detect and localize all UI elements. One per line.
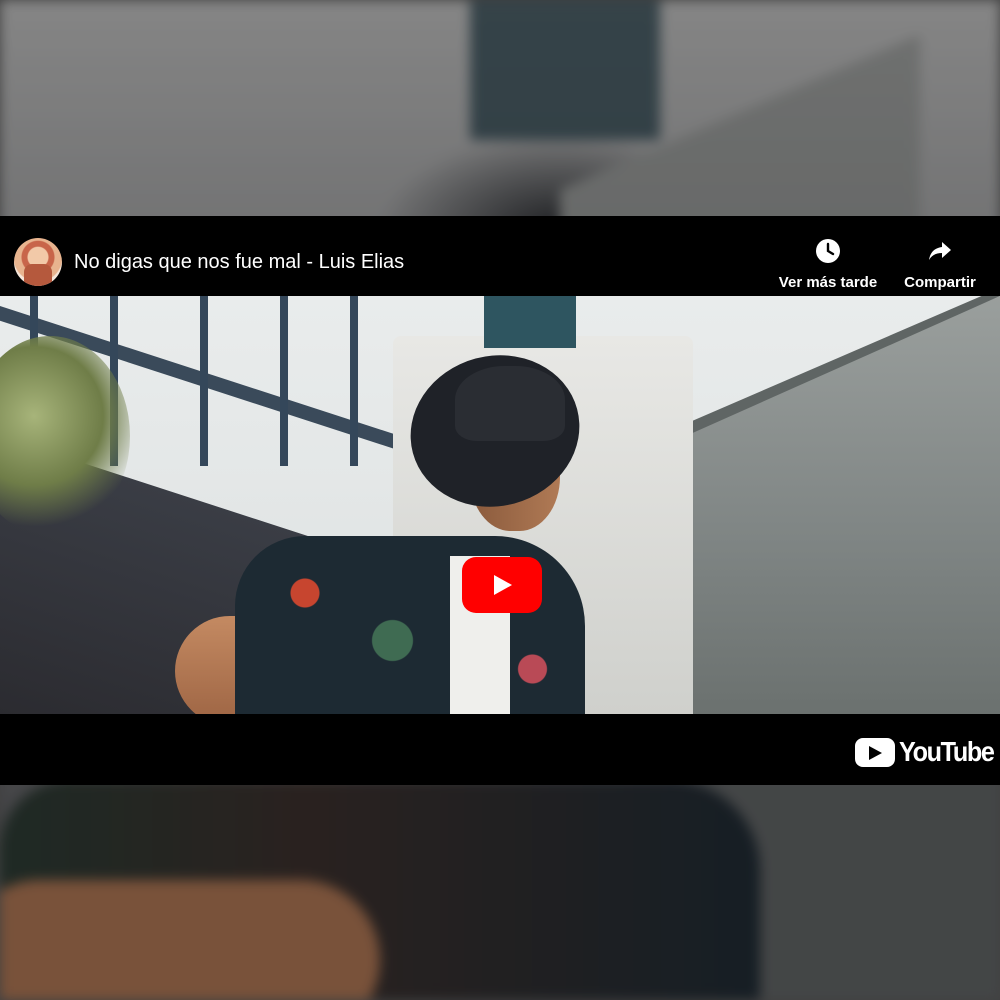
video-thumbnail[interactable] — [0, 296, 1000, 714]
youtube-wordmark: YouTube — [899, 736, 995, 767]
video-player[interactable]: No digas que nos fue mal - Luis Elias Ve… — [0, 216, 1000, 785]
watch-later-button[interactable]: Ver más tarde — [773, 238, 883, 292]
share-label: Compartir — [904, 274, 976, 291]
play-icon — [494, 575, 512, 595]
watch-later-label: Ver más tarde — [778, 274, 878, 291]
thumbnail-pole — [484, 296, 576, 348]
clock-icon — [816, 239, 840, 263]
share-arrow-icon — [929, 242, 951, 260]
youtube-play-mark-icon — [855, 738, 895, 767]
thumbnail-railing-post — [350, 296, 358, 466]
youtube-logo[interactable]: YouTube — [855, 736, 995, 768]
video-title[interactable]: No digas que nos fue mal - Luis Elias — [74, 250, 404, 274]
thumbnail-railing-post — [200, 296, 208, 466]
share-button[interactable]: Compartir — [885, 238, 995, 292]
channel-avatar[interactable] — [14, 238, 62, 286]
player-header: No digas que nos fue mal - Luis Elias Ve… — [0, 216, 1000, 296]
play-button[interactable] — [462, 557, 542, 613]
thumbnail-hat — [455, 366, 565, 441]
thumbnail-railing-post — [280, 296, 288, 466]
